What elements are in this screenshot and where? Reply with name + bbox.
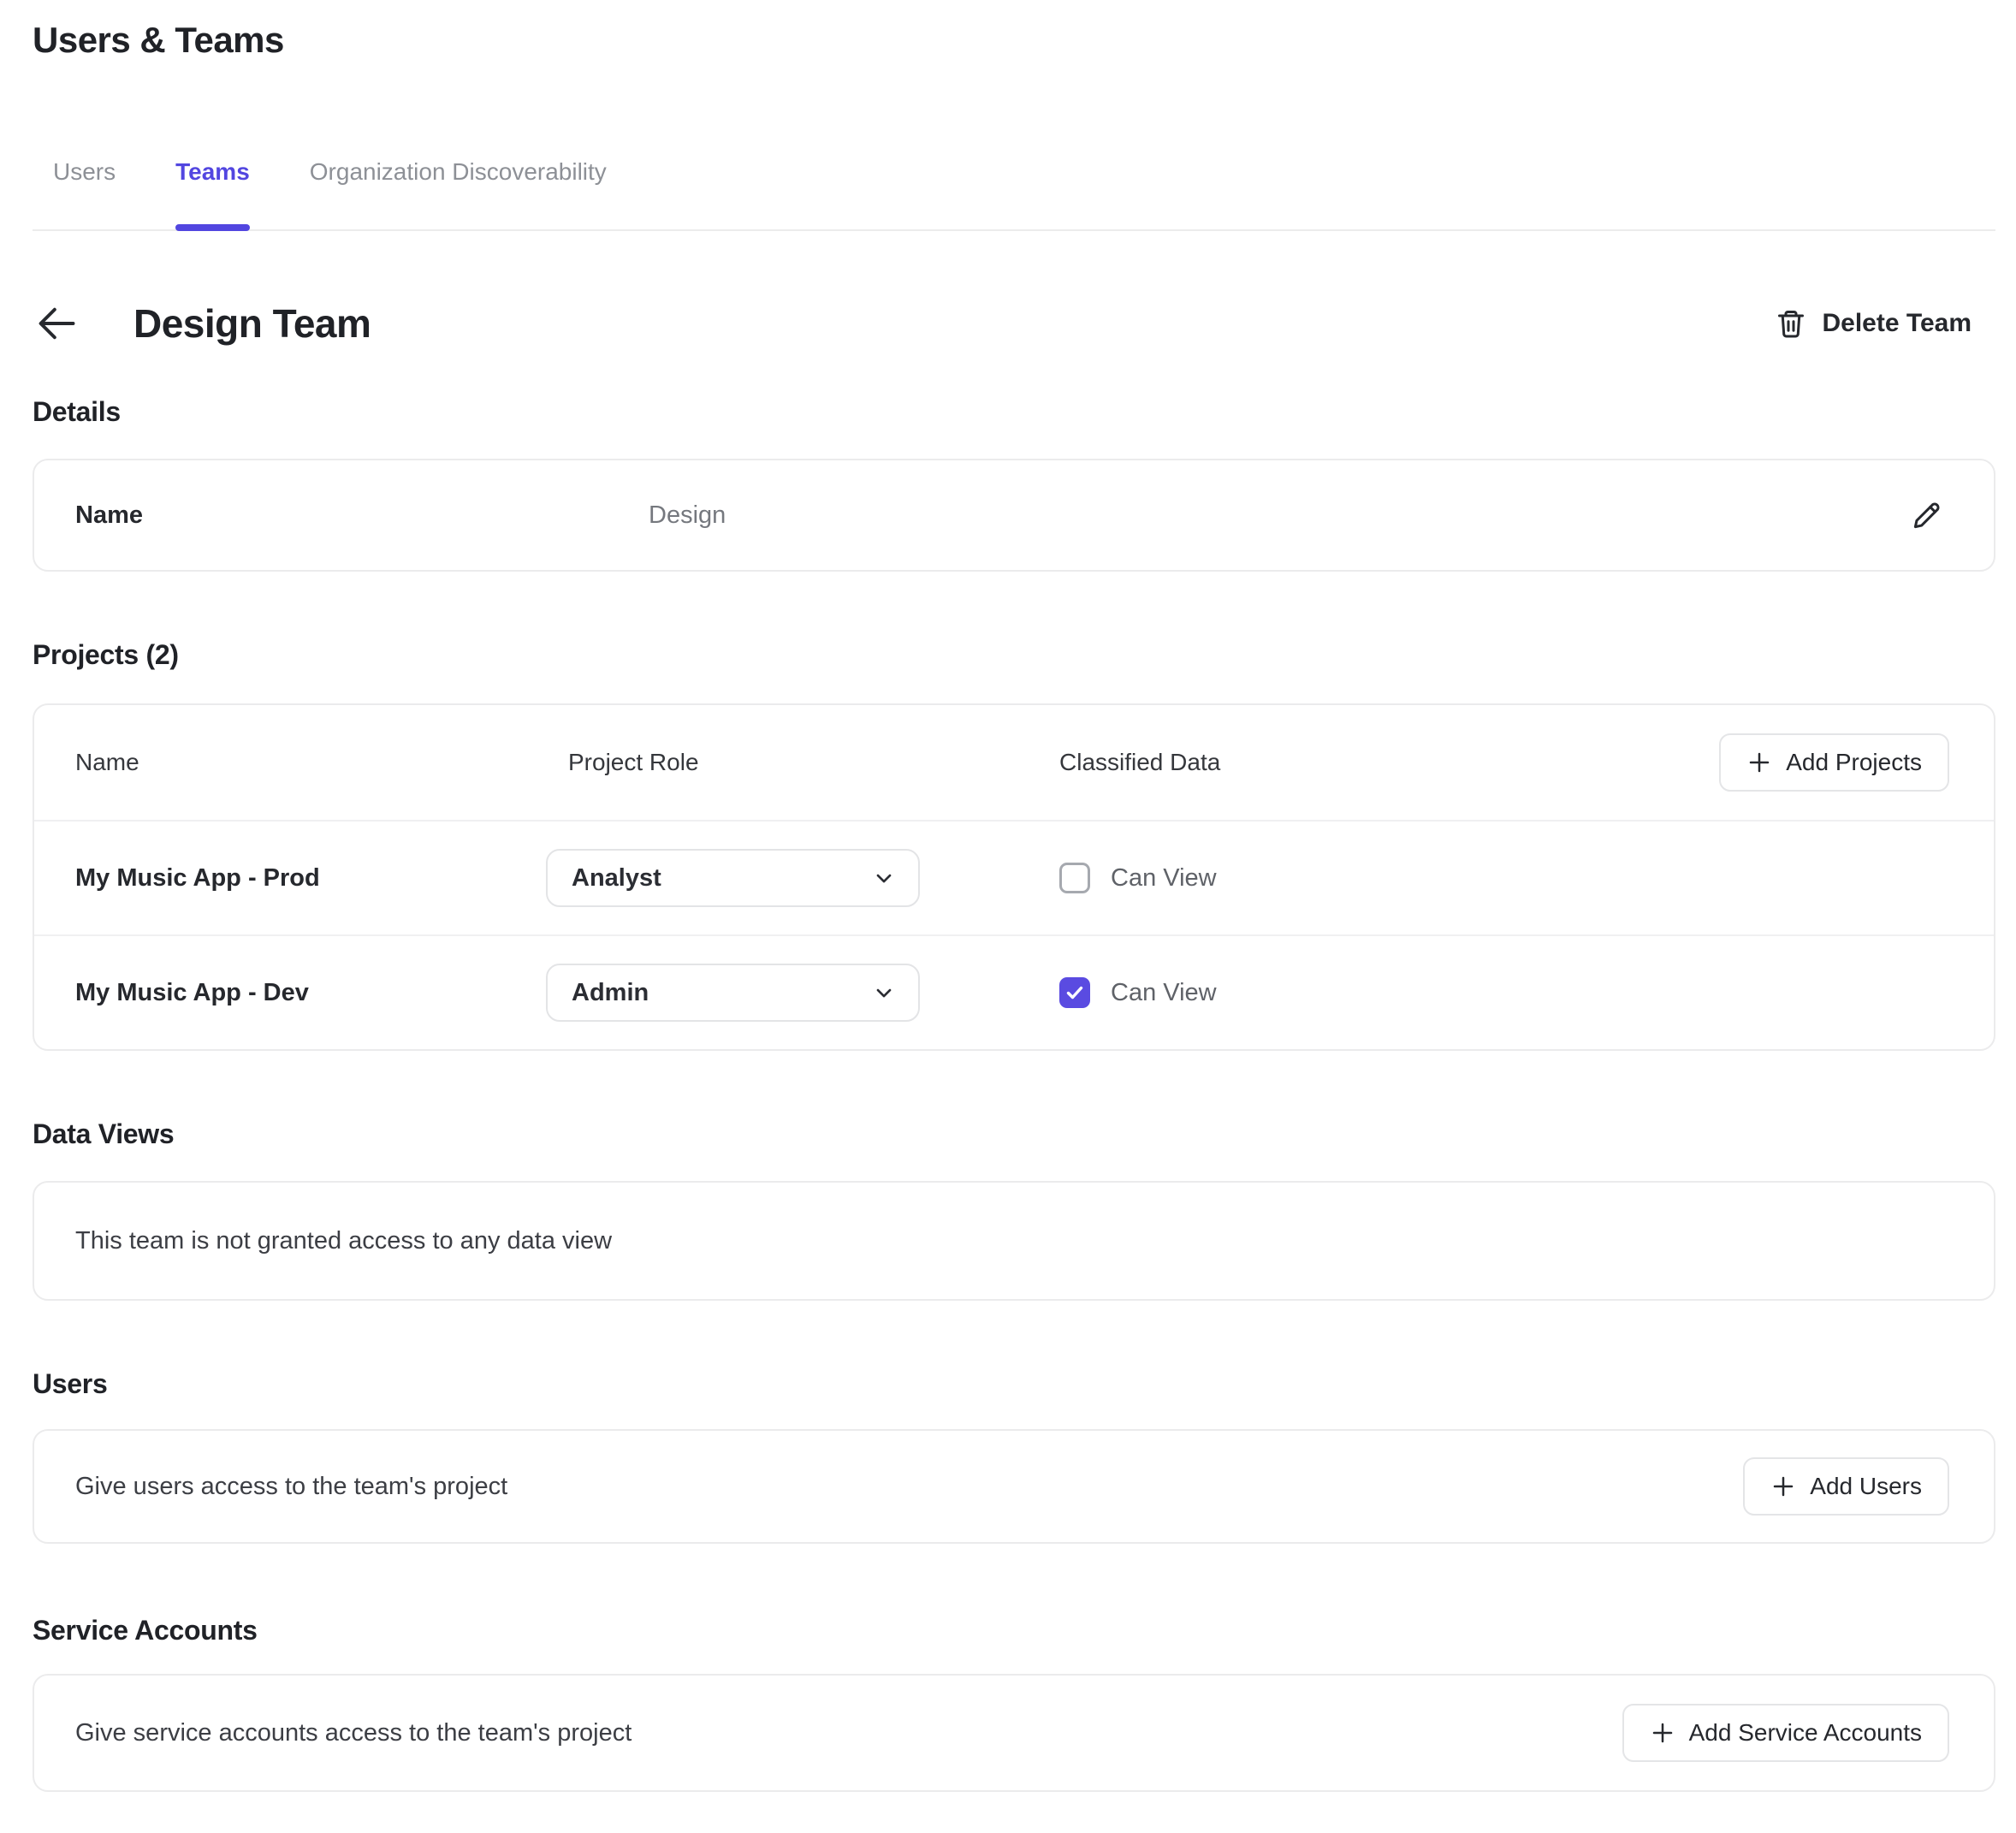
projects-table-header: Name Project Role Classified Data Add Pr…: [34, 705, 1994, 820]
table-row-project-prod: My Music App - Prod Analyst: [34, 820, 1994, 934]
team-title: Design Team: [133, 300, 371, 347]
table-row-project-dev: My Music App - Dev Admin: [34, 934, 1994, 1049]
details-heading: Details: [33, 395, 1995, 428]
plus-icon: [1746, 750, 1772, 775]
edit-name-button[interactable]: [1908, 496, 1946, 534]
details-name-value: Design: [649, 501, 1908, 530]
add-users-button[interactable]: Add Users: [1743, 1457, 1949, 1516]
page-title: Users & Teams: [33, 19, 1995, 62]
add-service-accounts-button[interactable]: Add Service Accounts: [1622, 1704, 1949, 1762]
add-service-accounts-label: Add Service Accounts: [1689, 1719, 1922, 1747]
details-card: Name Design: [33, 459, 1995, 572]
can-view-checkbox[interactable]: [1059, 977, 1090, 1008]
service-accounts-empty-text: Give service accounts access to the team…: [75, 1719, 631, 1747]
back-button[interactable]: [33, 300, 80, 347]
tab-users[interactable]: Users: [53, 157, 116, 229]
project-role-select[interactable]: Admin: [546, 964, 920, 1022]
projects-table: Name Project Role Classified Data Add Pr…: [33, 703, 1995, 1051]
plus-icon: [1770, 1474, 1796, 1499]
column-header-project-role: Project Role: [546, 749, 1059, 776]
add-projects-button[interactable]: Add Projects: [1719, 733, 1949, 792]
service-accounts-heading: Service Accounts: [33, 1614, 1995, 1646]
pencil-icon: [1911, 499, 1943, 531]
arrow-left-icon: [34, 301, 79, 346]
users-card: Give users access to the team's project …: [33, 1429, 1995, 1544]
can-view-checkbox[interactable]: [1059, 863, 1090, 893]
projects-heading: Projects (2): [33, 638, 1995, 671]
checkmark-icon: [1064, 982, 1085, 1003]
chevron-down-icon: [872, 981, 896, 1005]
data-views-card: This team is not granted access to any d…: [33, 1181, 1995, 1301]
project-role-value: Analyst: [572, 864, 661, 893]
project-name: My Music App - Dev: [75, 979, 546, 1007]
delete-team-button[interactable]: Delete Team: [1776, 306, 1995, 341]
add-projects-label: Add Projects: [1786, 749, 1922, 776]
project-role-value: Admin: [572, 979, 649, 1007]
plus-icon: [1650, 1720, 1675, 1746]
classified-data-cell: Can View: [1059, 863, 1949, 893]
data-views-empty-text: This team is not granted access to any d…: [75, 1227, 612, 1255]
add-users-label: Add Users: [1810, 1473, 1922, 1500]
column-header-name: Name: [75, 749, 546, 776]
users-empty-text: Give users access to the team's project: [75, 1473, 507, 1501]
tab-bar: Users Teams Organization Discoverability: [33, 157, 1995, 231]
project-name: My Music App - Prod: [75, 864, 546, 893]
column-header-classified-data: Classified Data: [1059, 749, 1719, 776]
data-views-heading: Data Views: [33, 1118, 1995, 1150]
tab-organization-discoverability[interactable]: Organization Discoverability: [310, 157, 607, 229]
delete-team-label: Delete Team: [1822, 309, 1972, 338]
project-role-cell: Analyst: [546, 849, 1059, 907]
tab-teams[interactable]: Teams: [175, 157, 250, 229]
can-view-label: Can View: [1111, 979, 1217, 1007]
project-role-select[interactable]: Analyst: [546, 849, 920, 907]
trash-icon: [1776, 306, 1806, 341]
project-role-cell: Admin: [546, 964, 1059, 1022]
chevron-down-icon: [872, 866, 896, 890]
classified-data-cell: Can View: [1059, 977, 1949, 1008]
can-view-label: Can View: [1111, 864, 1217, 893]
service-accounts-card: Give service accounts access to the team…: [33, 1674, 1995, 1792]
team-header: Design Team Delete Team: [33, 286, 1995, 361]
details-name-label: Name: [75, 501, 649, 530]
users-heading: Users: [33, 1367, 1995, 1400]
page-container: Users & Teams Users Teams Organization D…: [0, 19, 2016, 1792]
